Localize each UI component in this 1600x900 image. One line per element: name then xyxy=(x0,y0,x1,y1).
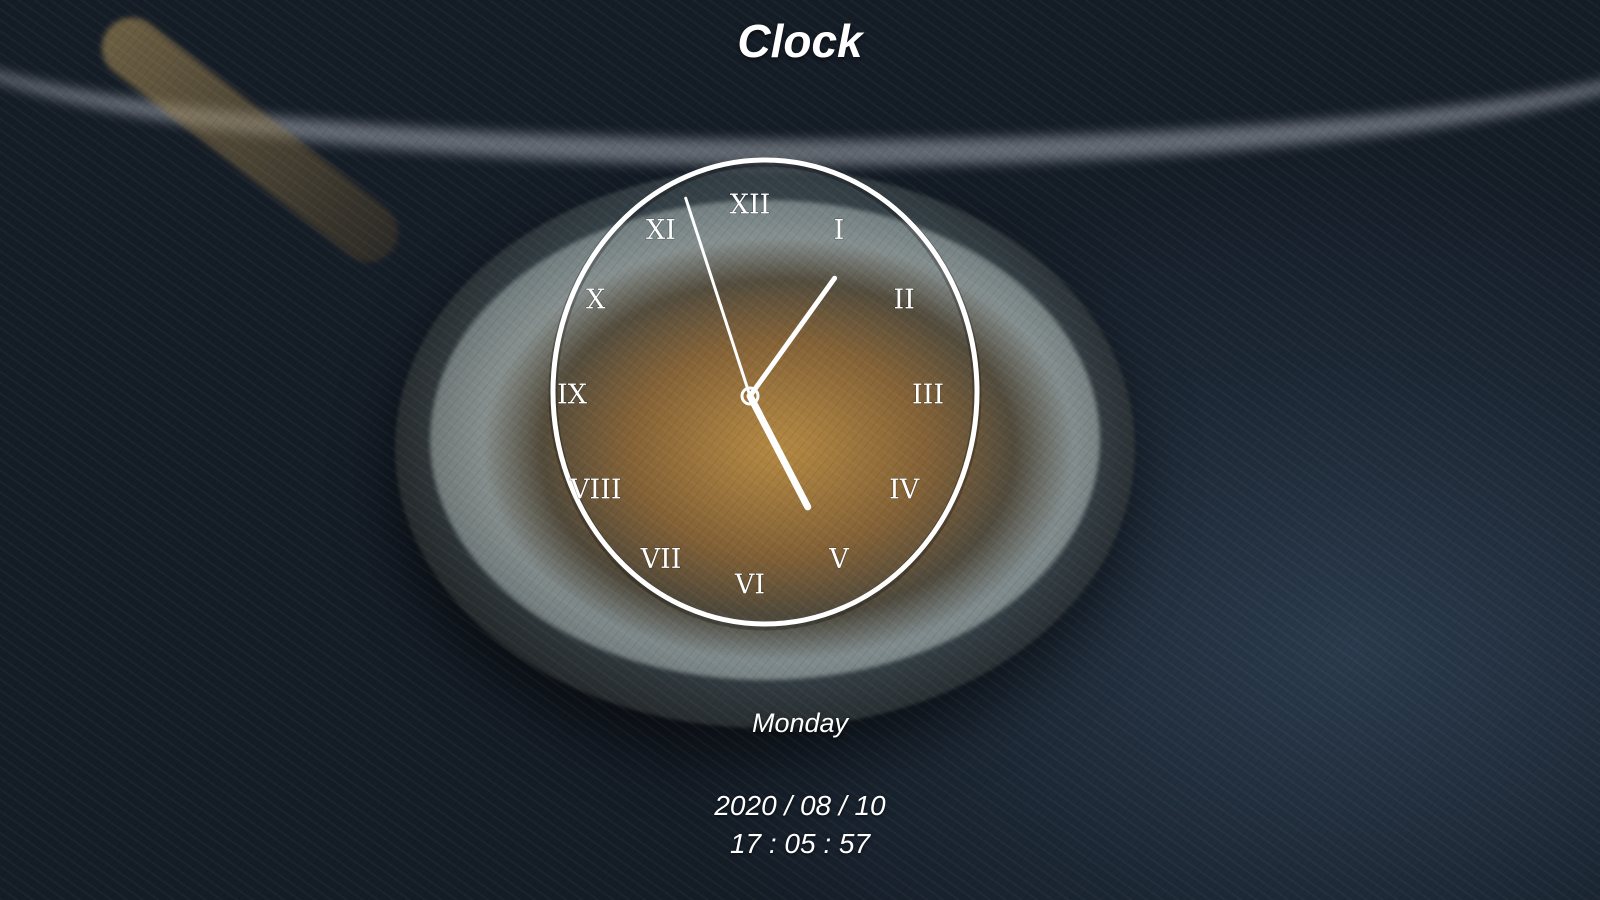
clock-numeral-i: I xyxy=(834,215,845,246)
clock-numeral-x: X xyxy=(586,285,606,316)
clock-center-dot xyxy=(747,393,753,399)
second-hand xyxy=(684,196,752,398)
clock-numeral-ii: II xyxy=(894,285,915,316)
weekday-label: Monday xyxy=(751,708,849,738)
clock-numeral-ix: IX xyxy=(557,380,588,411)
clock-face: XIIIIIIIIIVVVIVIIVIIIIXXXI xyxy=(548,157,982,631)
date-label: 2020 / 08 / 10 xyxy=(714,790,886,821)
clock-numeral-vii: VII xyxy=(640,544,682,575)
analog-clock: XII I II III IV V VI VII VIII IX X XI xyxy=(545,157,985,640)
clock-numeral-vi: VI xyxy=(734,570,765,601)
clock-numeral-xi: XI xyxy=(646,215,676,246)
clock-numeral-iv: IV xyxy=(889,475,920,506)
page-title: Clock xyxy=(737,15,863,67)
hour-hand xyxy=(746,392,812,511)
clock-hands xyxy=(684,196,838,511)
clock-numeral-viii: VIII xyxy=(569,475,622,506)
clock-numeral-v: V xyxy=(828,544,849,575)
time-label: 17 : 05 : 57 xyxy=(729,828,871,859)
minute-hand xyxy=(747,275,838,399)
clock-numeral-iii: III xyxy=(912,380,944,411)
clock-numeral-xii: XII xyxy=(730,190,771,221)
